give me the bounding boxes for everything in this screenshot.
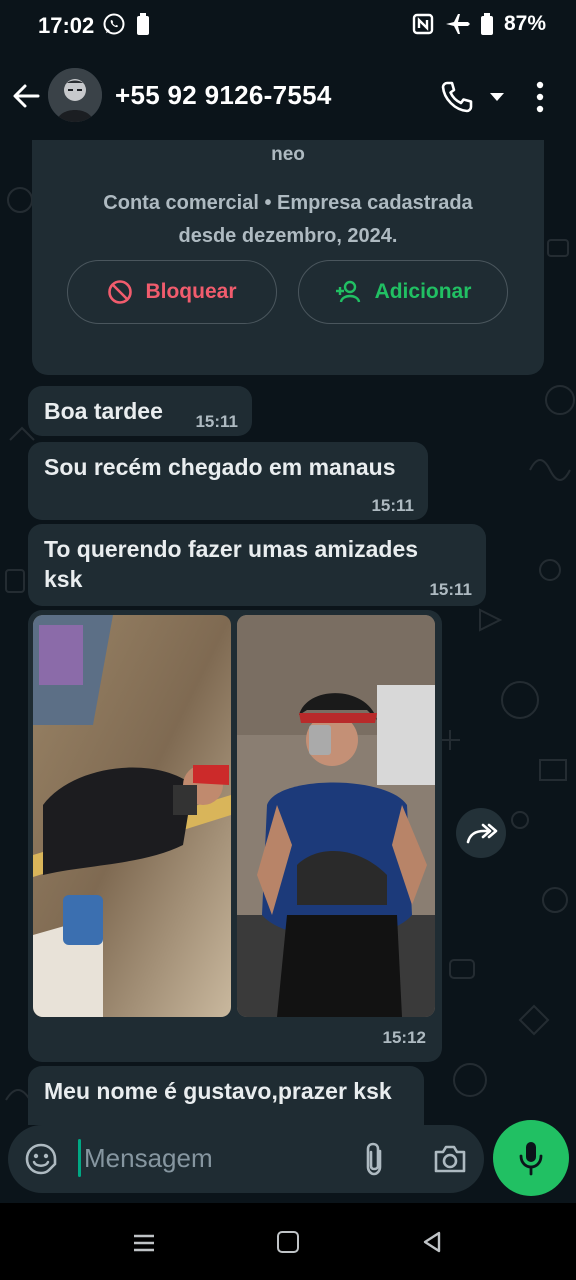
composer-pill[interactable] xyxy=(8,1125,484,1193)
add-person-icon xyxy=(335,280,360,303)
battery-icon xyxy=(480,13,493,35)
recents-icon[interactable] xyxy=(132,1233,156,1253)
add-contact-label: Adicionar xyxy=(374,280,472,303)
message-bubble[interactable]: Meu nome é gustavo,prazer ksk xyxy=(28,1066,424,1125)
text-cursor xyxy=(78,1139,81,1177)
message-text: Meu nome é gustavo,prazer ksk xyxy=(44,1078,392,1104)
photo-thumbnail[interactable] xyxy=(237,615,435,1017)
block-button[interactable]: Bloquear xyxy=(67,260,277,324)
message-text: To querendo fazer umas amizades ksk xyxy=(44,536,419,592)
back-arrow-icon[interactable] xyxy=(10,80,42,112)
attach-icon[interactable] xyxy=(358,1141,390,1177)
message-time: 15:11 xyxy=(195,412,238,431)
business-description: Conta comercial • Empresa cadastrada des… xyxy=(103,192,473,247)
camera-icon[interactable] xyxy=(432,1142,468,1176)
voice-message-button[interactable] xyxy=(493,1120,569,1196)
forward-button[interactable] xyxy=(456,808,506,858)
forward-icon xyxy=(466,823,498,844)
home-icon[interactable] xyxy=(277,1231,299,1253)
photo-message[interactable]: 15:12 xyxy=(28,610,442,1062)
avatar[interactable] xyxy=(48,68,102,122)
nfc-icon xyxy=(412,13,434,35)
business-info-card: neo Conta comercial • Empresa cadastrada… xyxy=(32,140,544,375)
status-right-icons: 87% xyxy=(412,12,546,36)
message-input[interactable] xyxy=(84,1135,344,1181)
airplane-icon xyxy=(445,14,470,34)
message-time: 15:12 xyxy=(382,1028,426,1047)
status-left-icons xyxy=(102,12,150,36)
add-contact-button[interactable]: Adicionar xyxy=(298,260,508,324)
system-nav-bar xyxy=(0,1203,576,1280)
status-time: 17:02 xyxy=(38,13,95,38)
system-back-icon[interactable] xyxy=(420,1230,444,1254)
composer-bar xyxy=(0,1120,576,1203)
photo-thumbnail[interactable] xyxy=(33,615,231,1017)
more-vertical-icon[interactable] xyxy=(526,80,554,114)
avatar-image xyxy=(48,68,102,122)
message-time: 15:11 xyxy=(429,580,472,599)
message-bubble[interactable]: To querendo fazer umas amizades ksk 15:1… xyxy=(28,524,486,606)
block-label: Bloquear xyxy=(145,280,237,303)
message-text: Boa tardee xyxy=(44,398,163,424)
whatsapp-icon xyxy=(103,13,125,35)
phone-icon[interactable] xyxy=(440,80,474,114)
chevron-down-icon[interactable] xyxy=(486,88,508,106)
mic-icon xyxy=(519,1142,543,1176)
battery-percent: 87% xyxy=(503,12,546,35)
block-icon xyxy=(108,280,133,304)
message-text: Sou recém chegado em manaus xyxy=(44,454,396,480)
battery-small-icon xyxy=(137,13,149,35)
business-name: neo xyxy=(271,144,305,165)
contact-name[interactable]: +55 92 9126-7554 xyxy=(115,80,332,111)
message-bubble[interactable]: Sou recém chegado em manaus 15:11 xyxy=(28,442,428,520)
status-bar: 17:02 87% xyxy=(0,0,576,52)
message-bubble[interactable]: Boa tardee 15:11 xyxy=(28,386,252,436)
sticker-emoji-icon[interactable] xyxy=(24,1142,58,1176)
message-time: 15:11 xyxy=(371,496,414,515)
chat-header: +55 92 9126-7554 xyxy=(0,52,576,140)
chat-area[interactable]: neo Conta comercial • Empresa cadastrada… xyxy=(0,140,576,1125)
